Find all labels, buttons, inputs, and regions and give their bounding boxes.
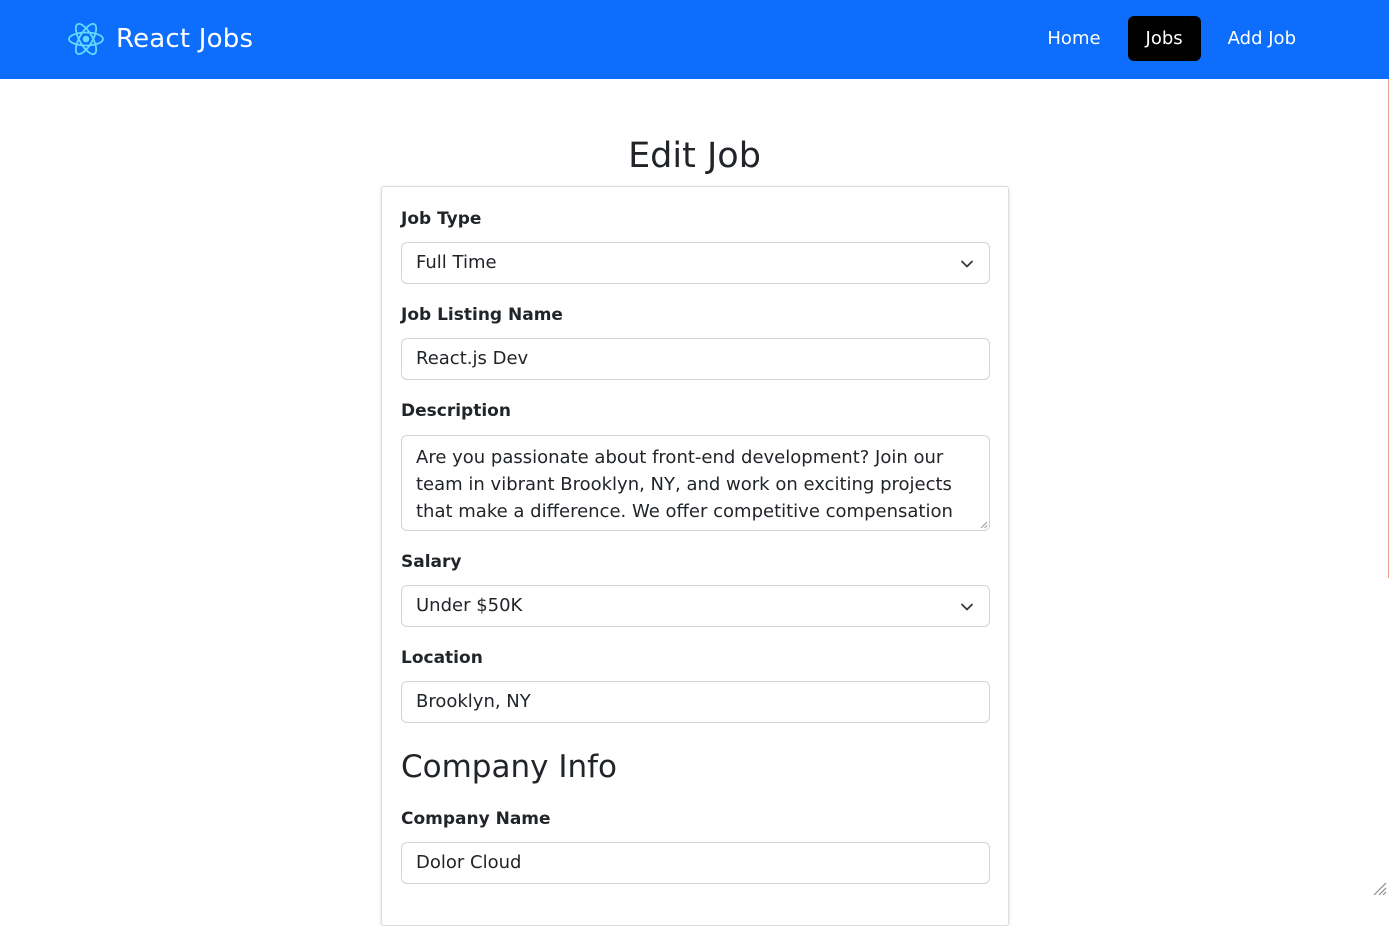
navbar: React Jobs Home Jobs Add Job bbox=[0, 0, 1389, 79]
description-textarea[interactable]: Are you passionate about front-end devel… bbox=[401, 435, 990, 531]
job-type-label: Job Type bbox=[401, 209, 481, 229]
nav-link-add-job[interactable]: Add Job bbox=[1210, 16, 1314, 61]
salary-value: Under $50K bbox=[416, 595, 522, 616]
job-listing-name-value: React.js Dev bbox=[416, 348, 528, 369]
location-label: Location bbox=[401, 648, 483, 668]
company-name-label: Company Name bbox=[401, 809, 551, 829]
company-name-value: Dolor Cloud bbox=[416, 852, 521, 873]
job-type-value: Full Time bbox=[416, 252, 497, 273]
job-listing-name-input[interactable]: React.js Dev bbox=[401, 338, 990, 380]
nav-link-home[interactable]: Home bbox=[1029, 16, 1118, 61]
company-name-input[interactable]: Dolor Cloud bbox=[401, 842, 990, 884]
resize-grip-icon[interactable] bbox=[1373, 882, 1387, 896]
location-input[interactable]: Brooklyn, NY bbox=[401, 681, 990, 723]
nav-link-jobs[interactable]: Jobs bbox=[1128, 16, 1201, 61]
description-value: Are you passionate about front-end devel… bbox=[416, 447, 953, 531]
job-listing-name-label: Job Listing Name bbox=[401, 305, 563, 325]
resize-grip-icon[interactable] bbox=[980, 521, 988, 529]
react-logo-icon bbox=[66, 19, 106, 59]
page-title: Edit Job bbox=[0, 134, 1389, 178]
salary-label: Salary bbox=[401, 552, 461, 572]
description-label: Description bbox=[401, 401, 511, 421]
salary-select[interactable]: Under $50K bbox=[401, 585, 990, 627]
job-type-select[interactable]: Full Time bbox=[401, 242, 990, 284]
edit-job-form: Job Type Full Time Job Listing Name Reac… bbox=[381, 186, 1009, 926]
location-value: Brooklyn, NY bbox=[416, 691, 531, 712]
chevron-down-icon bbox=[960, 600, 974, 614]
brand-link[interactable]: React Jobs bbox=[66, 19, 253, 59]
company-info-heading: Company Info bbox=[401, 747, 617, 787]
chevron-down-icon bbox=[960, 257, 974, 271]
nav-links: Home Jobs Add Job bbox=[1020, 16, 1314, 61]
brand-name: React Jobs bbox=[116, 24, 253, 54]
